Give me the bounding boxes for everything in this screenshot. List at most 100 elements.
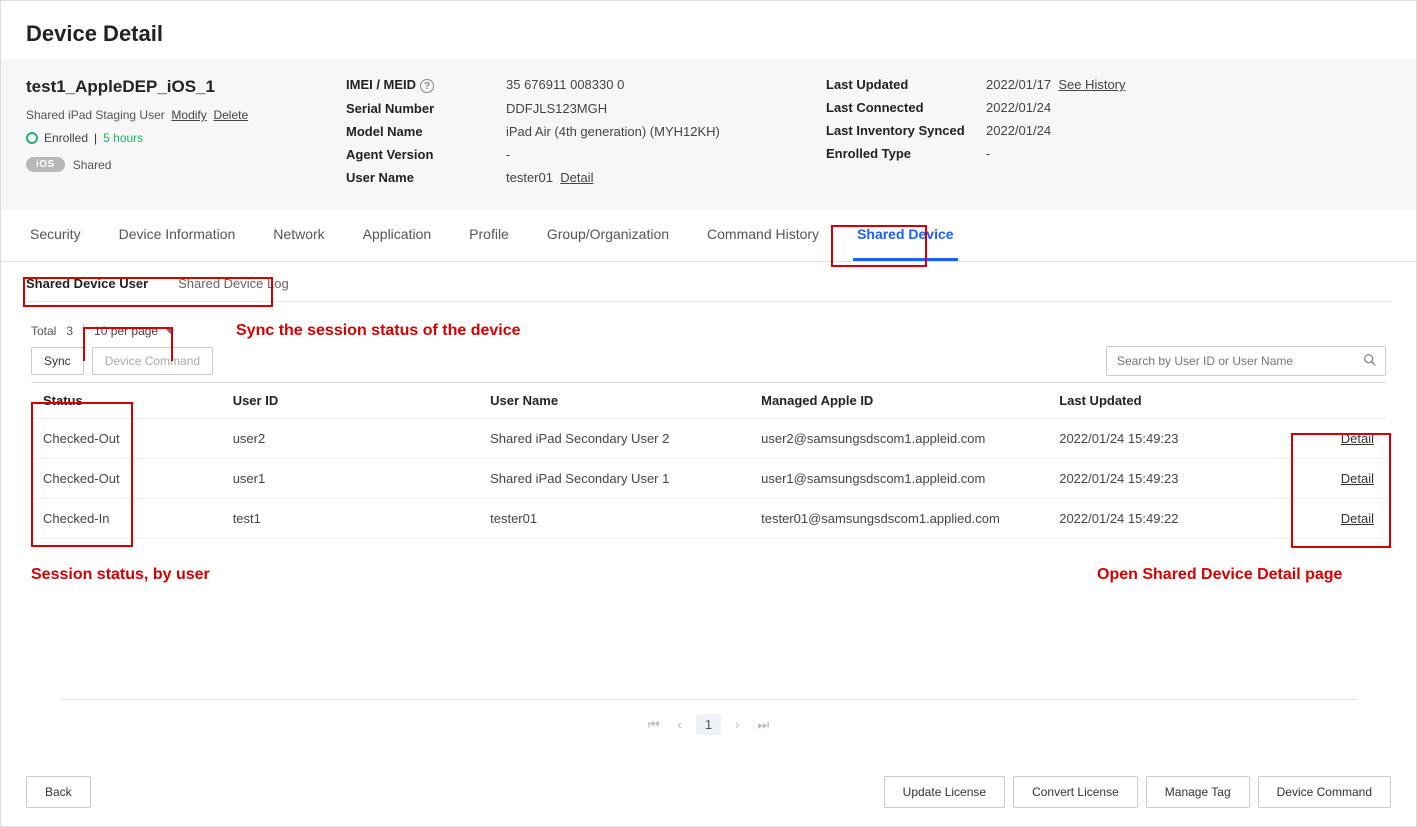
tab-shared-device[interactable]: Shared Device xyxy=(853,210,958,261)
cell-last-updated: 2022/01/24 15:49:22 xyxy=(1047,499,1291,539)
total-row: Total 3 10 per page xyxy=(31,324,1386,338)
annotation-sync-label: Sync the session status of the device xyxy=(236,322,521,340)
ios-badge: iOS xyxy=(26,157,65,172)
enroll-hours: 5 hours xyxy=(103,131,143,145)
agent-value: - xyxy=(506,147,766,162)
last-connected-label: Last Connected xyxy=(826,100,966,115)
last-connected-value: 2022/01/24 xyxy=(986,100,1246,115)
enrolled-type-value: - xyxy=(986,146,1246,161)
device-command-button[interactable]: Device Command xyxy=(92,347,213,375)
page-prev-icon[interactable]: ‹ xyxy=(674,715,686,734)
subtab-shared-device-user[interactable]: Shared Device User xyxy=(26,276,148,291)
table-row: Checked-Out user1 Shared iPad Secondary … xyxy=(31,459,1386,499)
username-label: User Name xyxy=(346,170,486,185)
row-detail-link[interactable]: Detail xyxy=(1341,511,1374,526)
tab-network[interactable]: Network xyxy=(269,210,328,261)
footer-device-command-button[interactable]: Device Command xyxy=(1258,776,1391,808)
cell-last-updated: 2022/01/24 15:49:23 xyxy=(1047,419,1291,459)
tab-application[interactable]: Application xyxy=(359,210,436,261)
search-icon xyxy=(1362,352,1378,368)
serial-value: DDFJLS123MGH xyxy=(506,101,766,116)
divider xyxy=(61,699,1356,700)
imei-value: 35 676911 008330 0 xyxy=(506,77,766,93)
tab-device-information[interactable]: Device Information xyxy=(115,210,240,261)
table-row: Checked-Out user2 Shared iPad Secondary … xyxy=(31,419,1386,459)
page-last-icon[interactable]: ⏭ xyxy=(753,715,773,735)
cell-status: Checked-In xyxy=(31,499,221,539)
enrolled-type-label: Enrolled Type xyxy=(826,146,966,161)
sync-button[interactable]: Sync xyxy=(31,347,84,375)
annotation-detail-label: Open Shared Device Detail page xyxy=(1097,566,1342,584)
manage-tag-button[interactable]: Manage Tag xyxy=(1146,776,1250,808)
imei-label: IMEI / MEID? xyxy=(346,77,486,93)
total-count: 3 xyxy=(66,324,73,338)
convert-license-button[interactable]: Convert License xyxy=(1013,776,1138,808)
page-number[interactable]: 1 xyxy=(696,714,721,735)
device-subrole: Shared iPad Staging User xyxy=(26,108,165,122)
row-detail-link[interactable]: Detail xyxy=(1341,471,1374,486)
col-status[interactable]: Status xyxy=(31,383,221,419)
last-inventory-label: Last Inventory Synced xyxy=(826,123,966,138)
annotation-status-label: Session status, by user xyxy=(31,566,210,584)
model-label: Model Name xyxy=(346,124,486,139)
cell-user-name: Shared iPad Secondary User 1 xyxy=(478,459,749,499)
delete-link[interactable]: Delete xyxy=(213,108,248,122)
tab-group-organization[interactable]: Group/Organization xyxy=(543,210,673,261)
kv-grid-2: Last Updated 2022/01/17 See History Last… xyxy=(826,77,1246,161)
sub-tabs: Shared Device User Shared Device Log xyxy=(26,262,1391,302)
cell-status: Checked-Out xyxy=(31,419,221,459)
per-page-label: 10 per page xyxy=(94,324,158,338)
table-header-row: Status User ID User Name Managed Apple I… xyxy=(31,383,1386,419)
username-value: tester01 Detail xyxy=(506,170,766,185)
header-panel: test1_AppleDEP_iOS_1 Shared iPad Staging… xyxy=(1,59,1416,210)
user-detail-link[interactable]: Detail xyxy=(560,170,593,185)
page-title: Device Detail xyxy=(1,1,1416,59)
subtab-shared-device-log[interactable]: Shared Device Log xyxy=(178,276,289,291)
cell-maid: user2@samsungsdscom1.appleid.com xyxy=(749,419,1047,459)
back-button[interactable]: Back xyxy=(26,776,91,808)
row-detail-link[interactable]: Detail xyxy=(1341,431,1374,446)
col-last-updated[interactable]: Last Updated xyxy=(1047,383,1291,419)
table-row: Checked-In test1 tester01 tester01@samsu… xyxy=(31,499,1386,539)
total-label: Total xyxy=(31,324,56,338)
help-icon[interactable]: ? xyxy=(420,79,434,93)
kv-grid-1: IMEI / MEID? 35 676911 008330 0 Serial N… xyxy=(346,77,766,185)
cell-user-name: tester01 xyxy=(478,499,749,539)
modify-link[interactable]: Modify xyxy=(171,108,206,122)
col-managed-apple-id[interactable]: Managed Apple ID xyxy=(749,383,1047,419)
page-next-icon[interactable]: › xyxy=(731,715,743,734)
last-inventory-value: 2022/01/24 xyxy=(986,123,1246,138)
tab-command-history[interactable]: Command History xyxy=(703,210,823,261)
per-page-select[interactable]: 10 per page xyxy=(83,324,174,338)
cell-user-id: user2 xyxy=(221,419,478,459)
col-user-id[interactable]: User ID xyxy=(221,383,478,419)
col-user-name[interactable]: User Name xyxy=(478,383,749,419)
pagination: ⏮ ‹ 1 › ⏭ xyxy=(31,714,1386,735)
search-input[interactable] xyxy=(1106,346,1386,376)
footer: Back Update License Convert License Mana… xyxy=(1,776,1416,808)
cell-last-updated: 2022/01/24 15:49:23 xyxy=(1047,459,1291,499)
cell-user-id: test1 xyxy=(221,499,478,539)
model-value: iPad Air (4th generation) (MYH12KH) xyxy=(506,124,766,139)
agent-label: Agent Version xyxy=(346,147,486,162)
chevron-down-icon xyxy=(166,329,174,334)
see-history-link[interactable]: See History xyxy=(1058,77,1125,92)
device-name: test1_AppleDEP_iOS_1 xyxy=(26,77,286,97)
last-updated-label: Last Updated xyxy=(826,77,966,92)
cell-status: Checked-Out xyxy=(31,459,221,499)
cell-user-name: Shared iPad Secondary User 2 xyxy=(478,419,749,459)
last-updated-value: 2022/01/17 See History xyxy=(986,77,1246,92)
page-first-icon[interactable]: ⏮ xyxy=(644,715,664,735)
tab-security[interactable]: Security xyxy=(26,210,85,261)
shared-text: Shared xyxy=(73,158,112,172)
badge-row: iOS Shared xyxy=(26,157,286,172)
enroll-status-row: Enrolled | 5 hours xyxy=(26,131,286,145)
status-circle-icon xyxy=(26,132,38,144)
cell-user-id: user1 xyxy=(221,459,478,499)
tab-profile[interactable]: Profile xyxy=(465,210,513,261)
cell-maid: user1@samsungsdscom1.appleid.com xyxy=(749,459,1047,499)
pipe: | xyxy=(94,131,97,145)
serial-label: Serial Number xyxy=(346,101,486,116)
update-license-button[interactable]: Update License xyxy=(884,776,1005,808)
main-tabs: Security Device Information Network Appl… xyxy=(1,210,1416,262)
